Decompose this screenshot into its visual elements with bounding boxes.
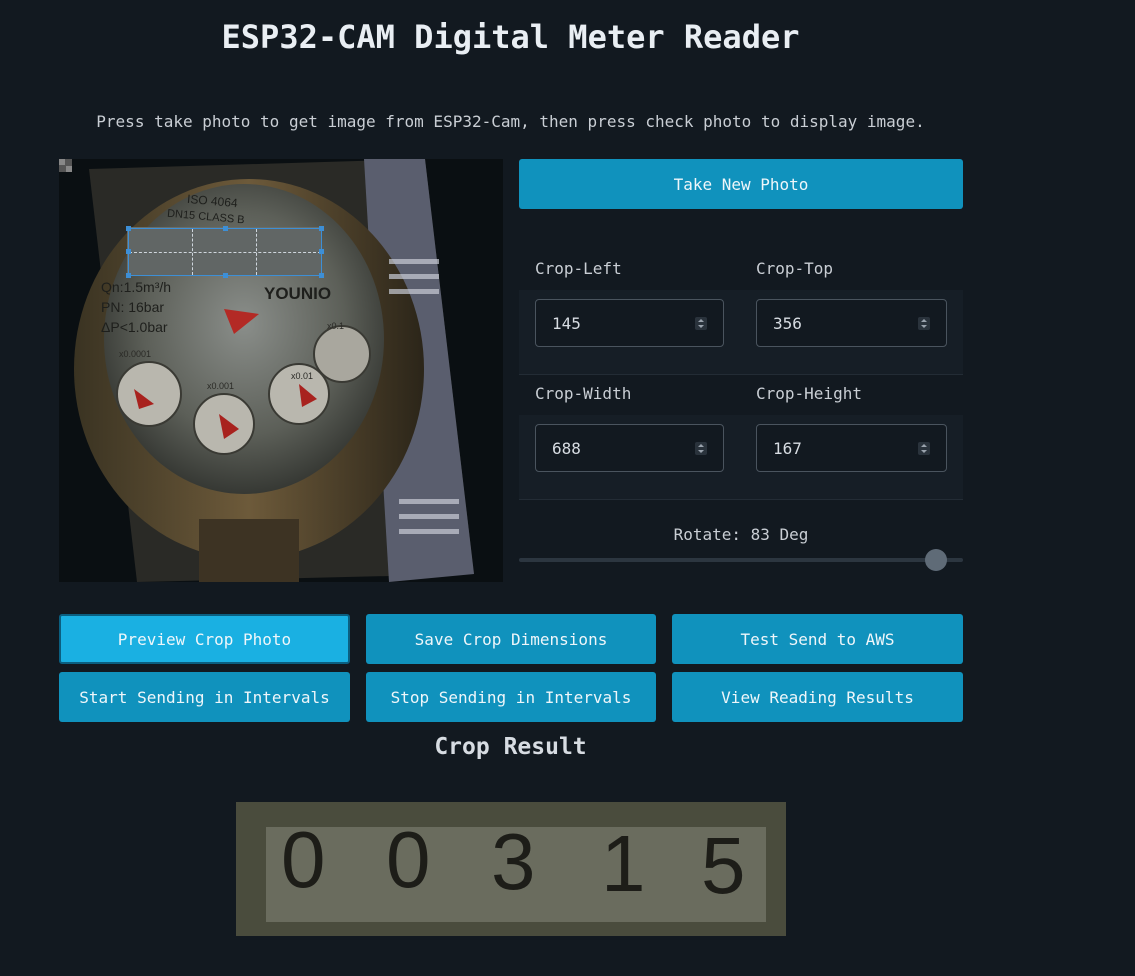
crop-position-row: 145 356 — [519, 290, 963, 375]
take-photo-button[interactable]: Take New Photo — [519, 159, 963, 209]
dial-label: ΔP<1.0bar — [101, 319, 168, 335]
crop-handle[interactable] — [126, 273, 131, 278]
crop-width-value: 688 — [552, 438, 581, 458]
crop-top-label: Crop-Top — [756, 259, 834, 278]
page-title: ESP32-CAM Digital Meter Reader — [221, 18, 800, 56]
meter-digit: 0 — [386, 815, 431, 904]
dial-label: Qn:1.5m³/h — [101, 279, 172, 295]
crop-height-value: 167 — [773, 438, 802, 458]
number-spinner-icon[interactable] — [918, 317, 930, 330]
dial-label: x0.001 — [207, 381, 235, 391]
dial-label: x0.01 — [291, 371, 314, 381]
crop-handle[interactable] — [223, 273, 228, 278]
number-spinner-icon[interactable] — [695, 317, 707, 330]
crop-left-input[interactable]: 145 — [535, 299, 724, 347]
crop-handle[interactable] — [319, 249, 324, 254]
crop-handle[interactable] — [319, 273, 324, 278]
meter-digit: 5 — [701, 821, 746, 910]
camera-photo[interactable]: ISO 4064 DN15 CLASS B Qn:1.5m³/h PN: 16b… — [59, 159, 503, 582]
crop-top-input[interactable]: 356 — [756, 299, 947, 347]
crop-handle[interactable] — [126, 249, 131, 254]
instructions-text: Press take photo to get image from ESP32… — [96, 112, 925, 131]
crop-position-header: Crop-Left Crop-Top — [519, 247, 963, 291]
test-aws-button[interactable]: Test Send to AWS — [672, 614, 963, 664]
meter-photo-image — [59, 159, 474, 582]
dial-label: x0.1 — [327, 321, 345, 331]
crop-top-value: 356 — [773, 313, 802, 333]
number-spinner-icon[interactable] — [918, 442, 930, 455]
stop-intervals-button[interactable]: Stop Sending in Intervals — [366, 672, 656, 722]
crop-result-image: 0 0 3 1 5 — [236, 802, 786, 936]
meter-digit: 3 — [491, 817, 536, 906]
crop-size-header: Crop-Width Crop-Height — [519, 372, 963, 416]
rotate-slider-track[interactable] — [519, 558, 963, 562]
rotate-slider-thumb[interactable] — [925, 549, 947, 571]
crop-width-label: Crop-Width — [535, 384, 632, 403]
crop-handle[interactable] — [223, 226, 228, 231]
brand-label: YOUNIO — [264, 284, 332, 303]
meter-digit: 1 — [601, 819, 646, 908]
meter-digit: 0 — [281, 815, 326, 904]
crop-height-label: Crop-Height — [756, 384, 862, 403]
crop-guide-line — [129, 252, 321, 253]
start-intervals-button[interactable]: Start Sending in Intervals — [59, 672, 350, 722]
crop-height-input[interactable]: 167 — [756, 424, 947, 472]
rotate-label: Rotate: 83 Deg — [673, 525, 809, 544]
crop-handle[interactable] — [126, 226, 131, 231]
crop-left-value: 145 — [552, 313, 581, 333]
save-crop-button[interactable]: Save Crop Dimensions — [366, 614, 656, 664]
crop-selection-box[interactable] — [126, 226, 324, 278]
number-spinner-icon[interactable] — [695, 442, 707, 455]
crop-result-title: Crop Result — [434, 734, 587, 760]
view-results-button[interactable]: View Reading Results — [672, 672, 963, 722]
dial-label: PN: 16bar — [101, 299, 165, 315]
dial-label: x0.0001 — [119, 349, 152, 359]
crop-guide-line — [255, 229, 257, 275]
preview-crop-button[interactable]: Preview Crop Photo — [59, 614, 350, 664]
crop-handle[interactable] — [319, 226, 324, 231]
crop-width-input[interactable]: 688 — [535, 424, 724, 472]
crop-guide-line — [192, 229, 194, 275]
crop-left-label: Crop-Left — [535, 259, 622, 278]
crop-size-row: 688 167 — [519, 415, 963, 500]
